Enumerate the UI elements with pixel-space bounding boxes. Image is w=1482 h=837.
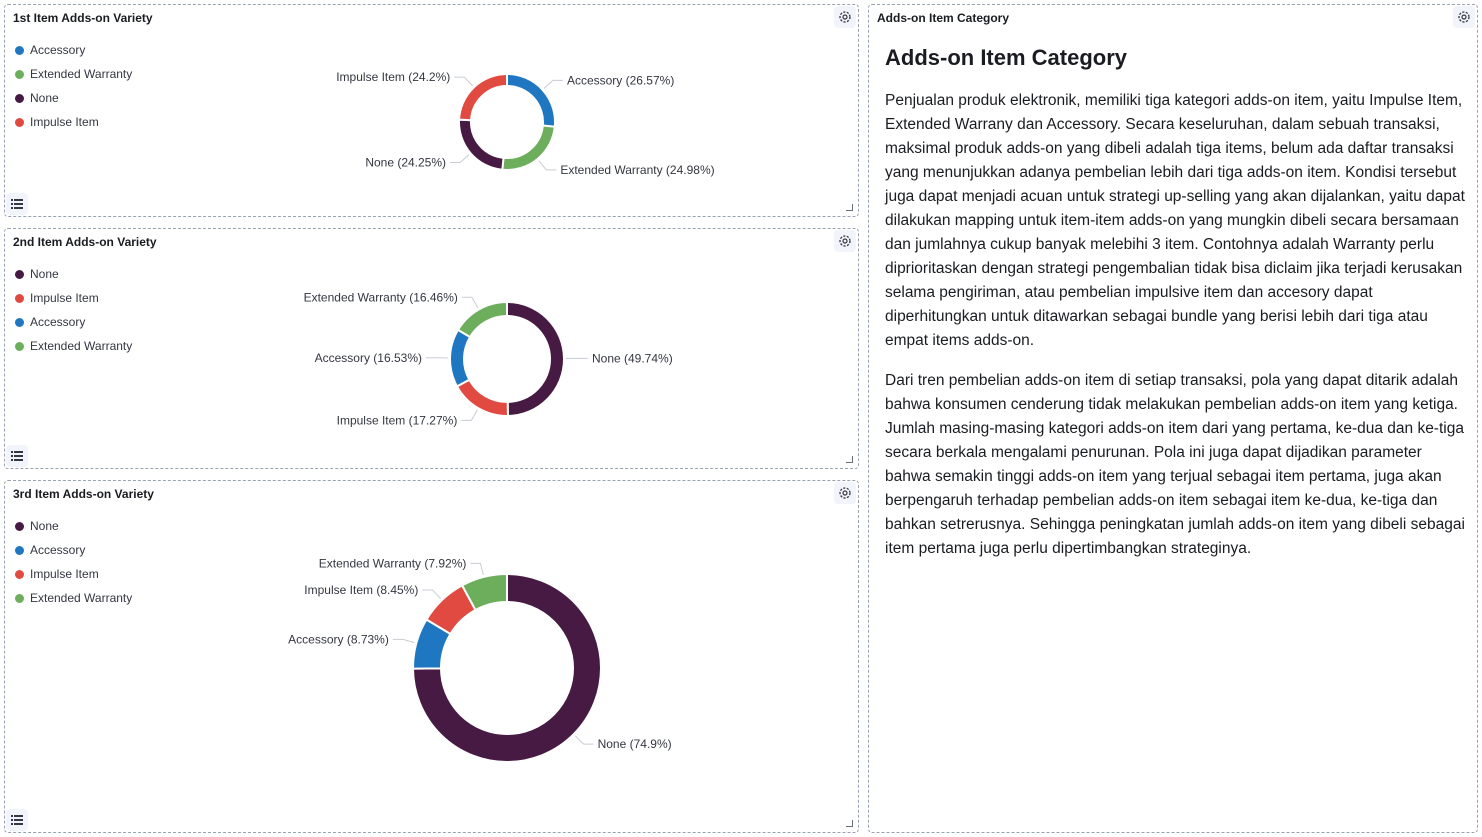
data-label: Accessory (8.73%) [288, 632, 389, 646]
donut-chart: None (74.9%) Accessory (8.73%) Impulse Ite… [288, 556, 672, 763]
legend-toggle-button[interactable] [6, 193, 28, 215]
data-label: Extended Warranty (7.92%) [319, 556, 467, 570]
donut-slice[interactable] [501, 124, 556, 171]
data-label: Accessory (26.57%) [567, 73, 674, 87]
leader-line [470, 562, 484, 576]
data-label: Extended Warranty (24.98%) [560, 163, 714, 177]
data-label: Impulse Item (8.45%) [304, 583, 418, 597]
legend-toggle-button[interactable] [6, 809, 28, 831]
leader-line [422, 589, 442, 599]
data-label: None (74.9%) [598, 737, 672, 751]
markdown-paragraph: Dari tren pembelian adds-on item di seti… [885, 372, 1465, 557]
leader-line [461, 409, 478, 421]
resize-handle-icon[interactable] [846, 204, 853, 211]
donut-chart: None (49.74%) Impulse Item (17.27%) Access… [304, 290, 673, 427]
panel-title: Adds-on Item Category [877, 11, 1010, 25]
data-label: Extended Warranty (16.46%) [304, 290, 458, 304]
markdown-content: Adds-on Item Category Penjualan produk e… [885, 45, 1465, 577]
legend-toggle-button[interactable] [6, 445, 28, 467]
data-label: None (24.25%) [365, 155, 446, 169]
leader-line [461, 296, 479, 308]
panel-markdown: Adds-on Item Category Adds-on Item Categ… [868, 4, 1478, 833]
panel-options-button[interactable] [1453, 6, 1475, 28]
leader-line [454, 76, 473, 87]
donut-slice[interactable] [449, 328, 472, 388]
gear-icon [1458, 11, 1470, 23]
donut-slice[interactable] [458, 118, 505, 171]
data-label: Impulse Item (24.2%) [336, 70, 450, 84]
markdown-heading: Adds-on Item Category [885, 45, 1128, 70]
leader-line [574, 735, 594, 745]
markdown-paragraph: Penjualan produk elektronik, memiliki ti… [885, 92, 1465, 349]
leader-line [450, 154, 470, 163]
data-label: Accessory (16.53%) [315, 351, 422, 365]
donut-slice[interactable] [506, 72, 556, 128]
panel-3rd-item-variety: 3rd Item Adds-on Variety None Accessory Im… [4, 480, 859, 833]
donut-chart: Accessory (26.57%) Extended Warranty (24.… [336, 70, 714, 177]
resize-handle-icon[interactable] [846, 456, 853, 463]
panel-2nd-item-variety: 2nd Item Adds-on Variety None Impulse Ite… [4, 228, 859, 469]
leader-line [538, 160, 557, 171]
list-icon [11, 451, 23, 461]
donut-slice[interactable] [455, 378, 509, 417]
donut-slice[interactable] [456, 300, 508, 339]
leader-line [392, 638, 415, 644]
leader-line [543, 79, 563, 89]
donut-slice[interactable] [506, 300, 565, 418]
donut-slice[interactable] [458, 72, 508, 122]
list-icon [11, 815, 23, 825]
panel-1st-item-variety: 1st Item Adds-on Variety Accessory Extend… [4, 4, 859, 217]
list-icon [11, 199, 23, 209]
resize-handle-icon[interactable] [846, 820, 853, 827]
data-label: None (49.74%) [592, 351, 673, 365]
data-label: Impulse Item (17.27%) [337, 413, 458, 427]
